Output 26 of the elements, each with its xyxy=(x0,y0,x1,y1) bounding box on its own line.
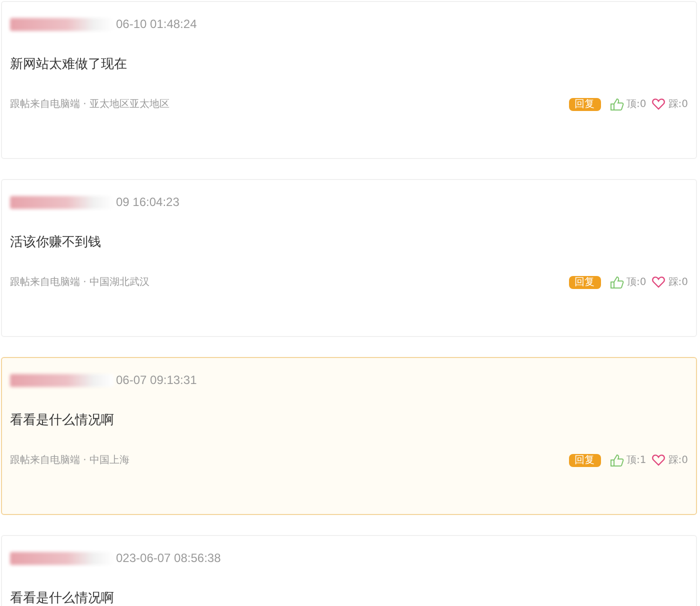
heart-icon xyxy=(652,454,666,466)
comment-text: 新网站太难做了现在 xyxy=(10,56,128,74)
heart-icon xyxy=(652,98,666,110)
reply-button[interactable]: 回复 xyxy=(568,454,601,466)
comment-time: 09 16:04:23 xyxy=(116,195,180,209)
upvote-button[interactable]: 顶:0 xyxy=(610,275,646,289)
upvote-button[interactable]: 顶:1 xyxy=(610,453,646,467)
heart-icon xyxy=(652,276,666,288)
thumbs-up-icon xyxy=(610,454,624,466)
downvote-button[interactable]: 踩:0 xyxy=(652,97,688,111)
upvote-button[interactable]: 顶:0 xyxy=(610,97,646,111)
comment-source: 跟帖来自电脑端 · 亚太地区亚太地区 xyxy=(10,98,171,111)
comment-time: 06-07 09:13:31 xyxy=(116,373,197,387)
thumbs-up-icon xyxy=(610,98,624,110)
reply-button[interactable]: 回复 xyxy=(568,276,601,288)
comment-text: 活该你赚不到钱 xyxy=(10,234,102,252)
comment-time: 023-06-07 08:56:38 xyxy=(116,551,221,565)
comment-text: 看看是什么情况啊 xyxy=(10,590,115,606)
comment-text: 看看是什么情况啊 xyxy=(10,412,115,430)
comment-source: 跟帖来自电脑端 · 中国湖北武汉 xyxy=(10,276,151,289)
downvote-button[interactable]: 踩:0 xyxy=(652,275,688,289)
thumbs-up-icon xyxy=(610,276,624,288)
comment-time: 06-10 01:48:24 xyxy=(116,17,197,31)
comment-source: 跟帖来自电脑端 · 中国上海 xyxy=(10,454,131,467)
downvote-button[interactable]: 踩:0 xyxy=(652,453,688,467)
reply-button[interactable]: 回复 xyxy=(568,98,601,110)
